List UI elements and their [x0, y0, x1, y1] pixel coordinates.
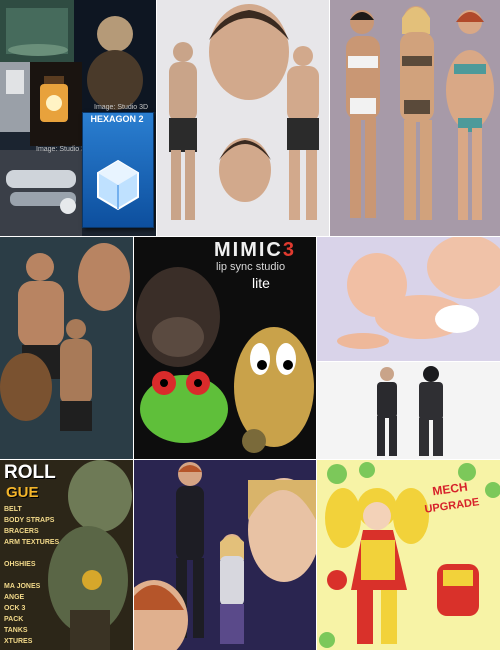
- hexagon-product-box: [82, 112, 154, 228]
- list-item: ARM TEXTURES: [4, 539, 60, 546]
- female-figures-illustration: [330, 0, 500, 236]
- list-item: [4, 570, 59, 581]
- list-item: [4, 548, 59, 559]
- tile-mecha-upgrade[interactable]: MECH UPGRADE: [317, 460, 500, 650]
- tile-male-figure[interactable]: [157, 0, 329, 236]
- troll-feature-list: BELT BODY STRAPS BRACERS ARM TEXTURES OH…: [4, 504, 59, 647]
- tile-male-figures[interactable]: [0, 237, 133, 459]
- tile-female-figures[interactable]: [330, 0, 500, 236]
- list-item: PACK: [4, 616, 24, 623]
- mimic-title-number: 3: [282, 239, 297, 261]
- list-item: OCK 3: [4, 605, 26, 612]
- list-item: BODY STRAPS: [4, 517, 55, 524]
- product-collage: Image: Studio 3D Image: Studio 3D HEXAGO…: [0, 0, 500, 650]
- list-item: BELT: [4, 506, 22, 513]
- tile-soldier-figures[interactable]: [317, 362, 500, 459]
- dungeon-caption-a: Image: Studio 3D: [94, 104, 149, 111]
- tile-mimic-lite[interactable]: MIMIC3 lip sync studio lite: [134, 237, 316, 459]
- list-item: BRACERS: [4, 528, 39, 535]
- list-item: ANGE: [4, 594, 25, 601]
- list-item: MA JONES: [4, 583, 41, 590]
- tile-dungeon[interactable]: Image: Studio 3D Image: Studio 3D HEXAGO…: [0, 0, 156, 236]
- hexagon-cube-icon: [97, 159, 139, 211]
- list-item: OHSHIES: [4, 561, 36, 568]
- mimic-title-main: MIMIC: [214, 239, 283, 261]
- mimic-edition: lite: [252, 275, 270, 291]
- tile-baby-figure[interactable]: [317, 237, 500, 361]
- baby-illustration: [317, 237, 500, 361]
- male-figure-illustration: [157, 0, 329, 236]
- tile-teen-figures[interactable]: [134, 460, 316, 650]
- troll-subtitle: GUE: [6, 484, 39, 501]
- list-item: XTURES: [4, 638, 33, 645]
- male-figures-illustration: [0, 237, 133, 459]
- mimic-subtitle: lip sync studio: [216, 261, 286, 273]
- tile-troll[interactable]: ROLL GUE BELT BODY STRAPS BRACERS ARM TE…: [0, 460, 133, 650]
- troll-title: ROLL: [4, 462, 56, 483]
- soldiers-illustration: [317, 362, 500, 459]
- list-item: TANKS: [4, 627, 28, 634]
- teen-figures-illustration: [134, 460, 316, 650]
- mimic-title: MIMIC3: [214, 239, 296, 262]
- hexagon-title: HEXAGON 2: [90, 114, 144, 124]
